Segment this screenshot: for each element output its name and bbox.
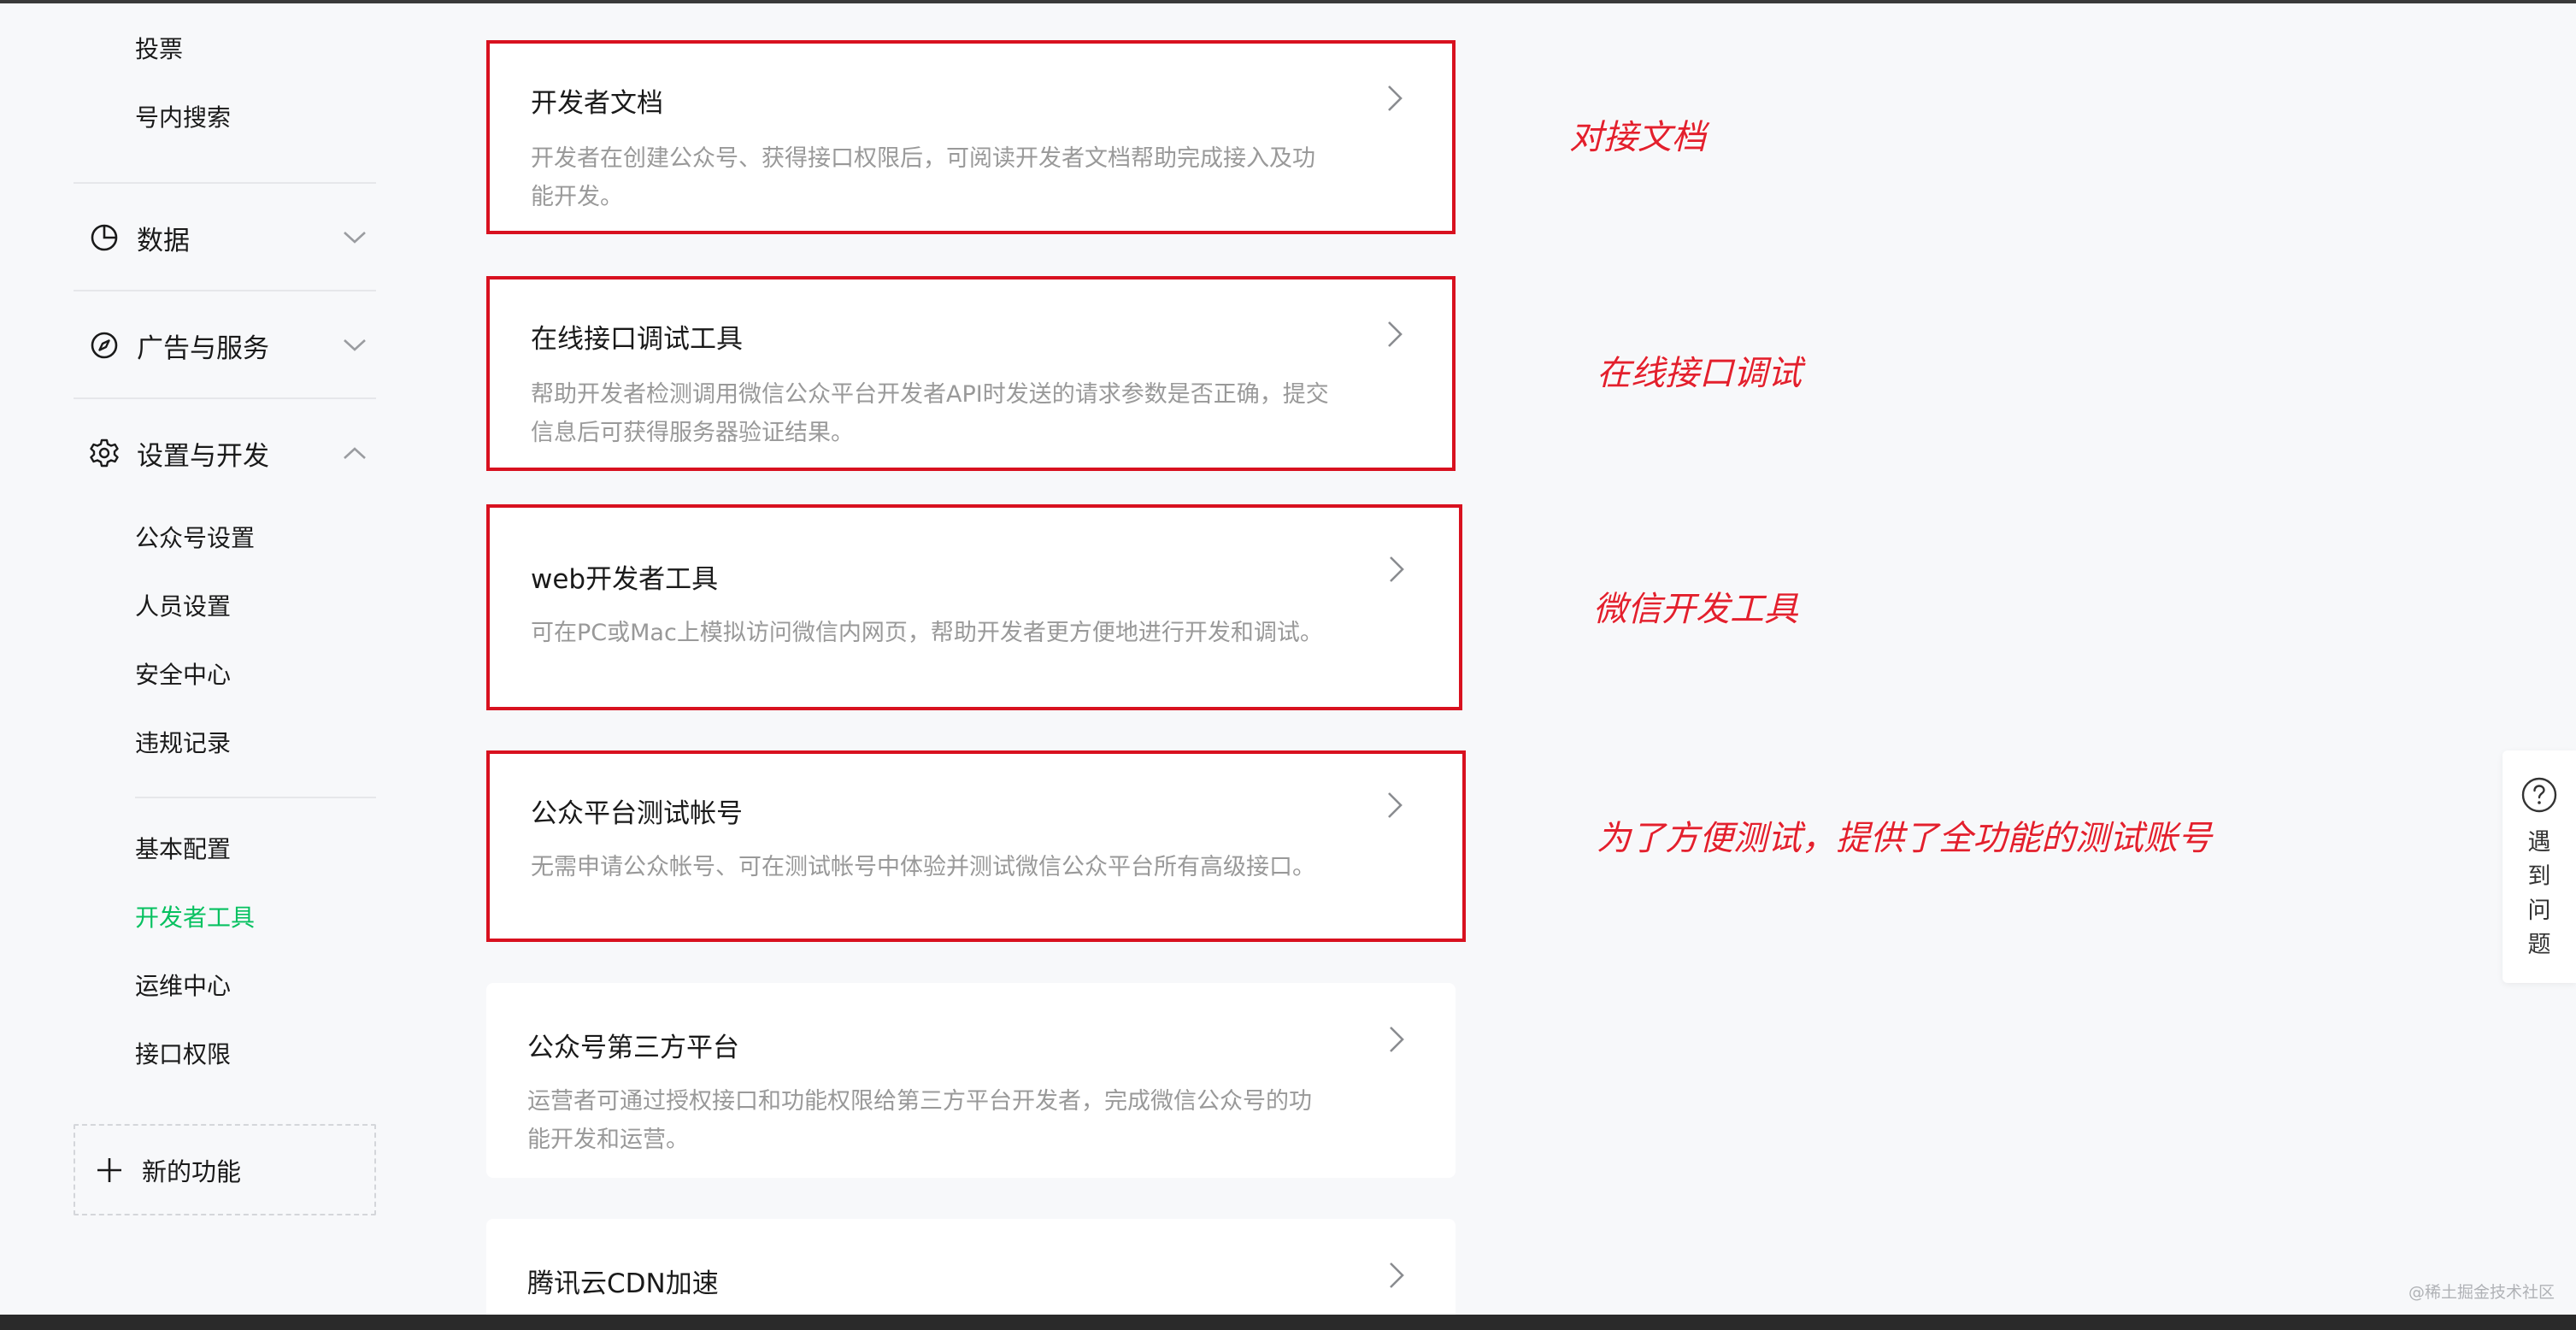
card-title: 在线接口调试工具 [531, 324, 743, 355]
sidebar-group-settings[interactable]: 设置与开发 [74, 427, 378, 479]
card-title: 公众号第三方平台 [527, 1033, 739, 1063]
tool-card-developer-docs[interactable]: 开发者文档 开发者在创建公众号、获得接口权限后，可阅读开发者文档帮助完成接入及功… [486, 40, 1456, 234]
window-bottom-edge [0, 1315, 2576, 1330]
sidebar-divider [135, 797, 376, 798]
sidebar-item-api-permissions[interactable]: 接口权限 [135, 1038, 231, 1072]
tool-card-tencent-cdn[interactable]: 腾讯云CDN加速 [486, 1219, 1456, 1315]
plus-icon [94, 1155, 125, 1186]
card-description: 帮助开发者检测调用微信公众平台开发者API时发送的请求参数是否正确，提交信息后可… [531, 381, 1329, 446]
annotation-online-debug: 在线接口调试 [1597, 354, 1802, 393]
sidebar-group-label: 设置与开发 [137, 440, 269, 472]
sidebar-item-violation-records[interactable]: 违规记录 [135, 727, 231, 761]
card-description: 可在PC或Mac上模拟访问微信内网页，帮助开发者更方便地进行开发和调试。 [531, 620, 1323, 646]
question-circle-icon [2521, 777, 2557, 813]
new-feature-label: 新的功能 [142, 1156, 242, 1186]
annotation-docs: 对接文档 [1569, 118, 1706, 157]
card-description: 开发者在创建公众号、获得接口权限后，可阅读开发者文档帮助完成接入及功能开发。 [531, 145, 1315, 210]
card-title: 腾讯云CDN加速 [527, 1268, 719, 1299]
sidebar-item-ops-center[interactable]: 运维中心 [135, 969, 231, 1003]
pie-chart-icon [87, 221, 121, 255]
chevron-right-icon [1388, 85, 1403, 111]
sidebar-divider [74, 290, 376, 291]
sidebar-divider [74, 182, 376, 184]
window-top-edge [0, 0, 2576, 3]
help-label: 遇到问题 [2527, 829, 2551, 958]
sidebar-group-label: 广告与服务 [137, 332, 269, 364]
tool-card-online-api-debug[interactable]: 在线接口调试工具 帮助开发者检测调用微信公众平台开发者API时发送的请求参数是否… [486, 276, 1456, 471]
annotation-test-account: 为了方便测试，提供了全功能的测试账号 [1597, 819, 2212, 858]
sidebar-group-label: 数据 [137, 225, 190, 256]
chevron-right-icon [1390, 1027, 1404, 1052]
sidebar-item-security-center[interactable]: 安全中心 [135, 658, 231, 692]
chevron-down-icon[interactable] [340, 223, 369, 252]
chevron-right-icon [1390, 1262, 1404, 1288]
sidebar-item-member-settings[interactable]: 人员设置 [135, 590, 231, 624]
watermark: @稀土掘金技术社区 [2408, 1283, 2555, 1302]
chevron-down-icon[interactable] [340, 331, 369, 360]
sidebar-group-data[interactable]: 数据 [74, 212, 378, 263]
sidebar-item-developer-tools[interactable]: 开发者工具 [135, 901, 255, 935]
card-title: 公众平台测试帐号 [531, 798, 743, 829]
chevron-right-icon [1388, 792, 1403, 818]
sidebar-item-basic-config[interactable]: 基本配置 [135, 833, 231, 867]
card-description: 运营者可通过授权接口和功能权限给第三方平台开发者，完成微信公众号的功能开发和运营… [527, 1088, 1312, 1153]
annotation-wechat-devtools: 微信开发工具 [1593, 590, 1798, 629]
card-description: 无需申请公众帐号、可在测试帐号中体验并测试微信公众平台所有高级接口。 [531, 854, 1315, 880]
help-button[interactable]: 遇到问题 [2502, 750, 2576, 983]
sidebar-divider [74, 397, 376, 399]
tool-card-web-devtools[interactable]: web开发者工具 可在PC或Mac上模拟访问微信内网页，帮助开发者更方便地进行开… [486, 504, 1462, 710]
card-title: 开发者文档 [531, 88, 663, 119]
tool-card-third-party-platform[interactable]: 公众号第三方平台 运营者可通过授权接口和功能权限给第三方平台开发者，完成微信公众… [486, 983, 1456, 1178]
card-title: web开发者工具 [531, 564, 719, 595]
sidebar-item-vote[interactable]: 投票 [135, 32, 183, 67]
chevron-right-icon [1390, 556, 1404, 582]
new-feature-button[interactable]: 新的功能 [74, 1124, 376, 1215]
gear-icon [87, 436, 121, 470]
chevron-right-icon [1388, 321, 1403, 347]
sidebar-item-account-settings[interactable]: 公众号设置 [135, 521, 255, 556]
compass-icon [87, 328, 121, 362]
chevron-up-icon[interactable] [340, 438, 369, 468]
sidebar-item-search[interactable]: 号内搜索 [135, 101, 231, 135]
sidebar-group-ads[interactable]: 广告与服务 [74, 320, 378, 371]
tool-card-test-account[interactable]: 公众平台测试帐号 无需申请公众帐号、可在测试帐号中体验并测试微信公众平台所有高级… [486, 750, 1466, 942]
